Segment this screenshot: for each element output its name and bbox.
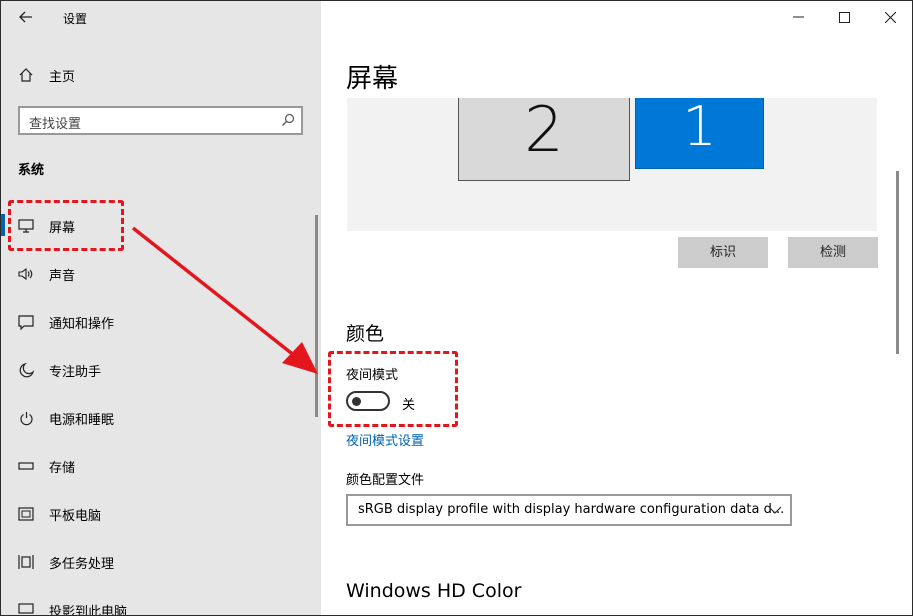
- display-arrangement: 2 1: [347, 98, 877, 231]
- monitor-2[interactable]: 2: [458, 98, 630, 181]
- search-input[interactable]: 查找设置: [18, 106, 303, 135]
- sidebar: 设置 主页 查找设置 系统 屏幕 声音 通知和操作 专注助手 电源和睡眠 存储 …: [1, 1, 321, 615]
- sidebar-item-label: 声音: [49, 268, 76, 284]
- window-title: 设置: [63, 12, 88, 26]
- chevron-down-icon: [768, 506, 782, 514]
- sidebar-item-label: 通知和操作: [49, 316, 115, 332]
- hd-color-heading: Windows HD Color: [346, 580, 522, 602]
- settings-window: 设置 主页 查找设置 系统 屏幕 声音 通知和操作 专注助手 电源和睡眠 存储 …: [0, 0, 913, 616]
- close-icon: [884, 11, 896, 23]
- storage-icon: [17, 457, 35, 475]
- sidebar-item-home[interactable]: 主页: [17, 65, 75, 85]
- monitor-number: 1: [682, 98, 717, 158]
- minimize-icon: [792, 16, 804, 18]
- minimize-button[interactable]: [775, 5, 821, 29]
- detect-button[interactable]: 检测: [788, 237, 878, 268]
- arrow-left-icon: [19, 11, 32, 23]
- monitor-number: 2: [524, 98, 564, 166]
- color-heading: 颜色: [346, 323, 385, 345]
- color-profile-value: sRGB display profile with display hardwa…: [358, 502, 785, 517]
- maximize-icon: [838, 11, 850, 23]
- sidebar-item-label: 主页: [49, 69, 76, 85]
- active-indicator: [1, 214, 5, 236]
- sidebar-item-label: 专注助手: [49, 364, 102, 380]
- multitask-icon: [17, 553, 35, 571]
- sidebar-item-label: 平板电脑: [49, 508, 102, 524]
- sidebar-item-tablet[interactable]: 平板电脑: [17, 502, 101, 526]
- notification-icon: [17, 313, 35, 331]
- sidebar-item-label: 存储: [49, 460, 76, 476]
- sidebar-item-label: 多任务处理: [49, 556, 115, 572]
- sidebar-item-projection[interactable]: 投影到此电脑: [17, 598, 128, 616]
- monitor-icon: [17, 217, 35, 235]
- night-mode-state: 关: [402, 398, 416, 413]
- tablet-icon: [17, 505, 35, 523]
- sidebar-item-power[interactable]: 电源和睡眠: [17, 406, 114, 430]
- sidebar-item-storage[interactable]: 存储: [17, 454, 75, 478]
- color-profile-select[interactable]: sRGB display profile with display hardwa…: [346, 494, 792, 526]
- night-mode-settings-link[interactable]: 夜间模式设置: [346, 430, 424, 449]
- main-content: 屏幕 2 1 标识 检测 颜色 夜间模式 关 夜间模式设置 颜色配置文件 sRG…: [321, 1, 912, 615]
- projection-icon: [17, 601, 35, 615]
- identify-button[interactable]: 标识: [678, 237, 768, 268]
- night-mode-toggle[interactable]: [346, 391, 390, 411]
- color-profile-label: 颜色配置文件: [346, 473, 425, 488]
- sidebar-item-display[interactable]: 屏幕: [17, 214, 75, 238]
- main-scrollbar[interactable]: [896, 171, 899, 354]
- sidebar-scrollbar[interactable]: [315, 215, 318, 417]
- sidebar-item-notifications[interactable]: 通知和操作: [17, 310, 114, 334]
- search-icon: [282, 113, 295, 126]
- close-button[interactable]: [867, 5, 912, 29]
- sidebar-item-multitasking[interactable]: 多任务处理: [17, 550, 114, 574]
- home-icon: [17, 66, 35, 84]
- maximize-button[interactable]: [821, 5, 867, 29]
- sidebar-item-label: 电源和睡眠: [49, 412, 115, 428]
- search-placeholder: 查找设置: [29, 117, 82, 132]
- night-mode-label: 夜间模式: [346, 368, 399, 383]
- page-title: 屏幕: [346, 64, 399, 94]
- moon-icon: [17, 361, 35, 379]
- sidebar-item-label: 屏幕: [49, 220, 76, 236]
- power-icon: [17, 409, 35, 427]
- monitor-1[interactable]: 1: [635, 98, 764, 169]
- toggle-knob: [352, 397, 361, 406]
- sidebar-item-label: 投影到此电脑: [49, 604, 128, 616]
- speaker-icon: [17, 265, 35, 283]
- section-title: 系统: [18, 163, 45, 178]
- back-button[interactable]: [13, 7, 39, 29]
- sidebar-item-sound[interactable]: 声音: [17, 262, 75, 286]
- sidebar-item-focus-assist[interactable]: 专注助手: [17, 358, 101, 382]
